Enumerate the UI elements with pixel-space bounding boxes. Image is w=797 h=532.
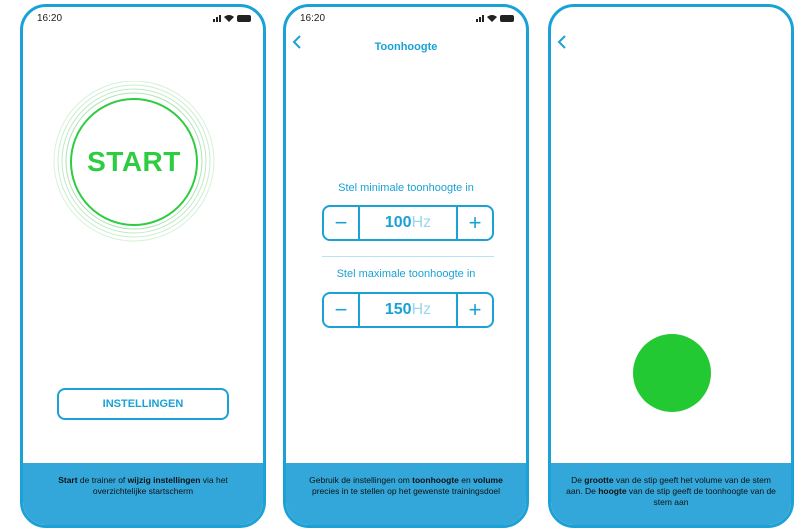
caption-bold-settings: wijzig instellingen: [127, 475, 201, 485]
caption-text: de trainer of: [77, 475, 128, 485]
phone-start-screen: 16:20 START INSTELLINGEN Start de traine…: [20, 4, 266, 528]
phone-pitch-settings: 16:20 Toonhoogte Stel minimale toonhoogt…: [283, 4, 529, 528]
max-pitch-number: 150: [384, 301, 412, 318]
caption-bold-height: hoogte: [598, 486, 627, 496]
caption-footer: De grootte van de stip geeft het volume …: [551, 463, 791, 525]
voice-dot: [633, 334, 711, 412]
signal-icon: [476, 15, 484, 22]
start-button[interactable]: START: [70, 98, 198, 226]
min-pitch-stepper: − 100 Hz +: [322, 205, 494, 241]
caption-text: De: [571, 475, 585, 485]
page-title: Toonhoogte: [374, 41, 438, 53]
min-decrease-button[interactable]: −: [324, 207, 360, 239]
caption-bold-pitch: toonhoogte: [412, 475, 459, 485]
settings-label: INSTELLINGEN: [102, 398, 184, 410]
status-bar: 16:20: [296, 13, 514, 27]
wifi-icon: [224, 15, 234, 22]
caption-text: en: [458, 475, 474, 485]
max-pitch-stepper: − 150 Hz +: [322, 292, 494, 328]
caption-bold-volume: volume: [473, 475, 503, 485]
min-pitch-label: Stel minimale toonhoogte in: [338, 182, 474, 194]
min-pitch-number: 100: [384, 214, 412, 231]
caption-text: van de stip geeft de toonhoogte van de s…: [626, 486, 776, 507]
min-pitch-value: 100 Hz: [360, 207, 456, 239]
back-button[interactable]: [292, 35, 306, 51]
caption-text: precies in te stellen op het gewenste tr…: [311, 486, 501, 496]
settings-button[interactable]: INSTELLINGEN: [57, 388, 229, 420]
max-decrease-button[interactable]: −: [324, 294, 360, 326]
phone-trainer-screen: De grootte van de stip geeft het volume …: [548, 4, 794, 528]
caption-text: Gebruik de instellingen om: [309, 475, 413, 485]
unit-label: Hz: [411, 301, 432, 318]
max-pitch-label: Stel maximale toonhoogte in: [336, 268, 476, 280]
caption-bold-size: grootte: [584, 475, 614, 485]
battery-icon: [237, 15, 251, 22]
unit-label: Hz: [411, 214, 432, 231]
status-time: 16:20: [300, 13, 326, 24]
chevron-left-icon: [292, 35, 301, 49]
status-bar: 16:20: [33, 13, 251, 27]
caption-footer: Start de trainer of wijzig instellingen …: [23, 463, 263, 525]
max-increase-button[interactable]: +: [456, 294, 492, 326]
signal-icon: [213, 15, 221, 22]
status-time: 16:20: [37, 13, 63, 24]
chevron-left-icon: [557, 35, 566, 49]
status-icons: [213, 14, 251, 22]
caption-footer: Gebruik de instellingen om toonhoogte en…: [286, 463, 526, 525]
caption-bold-start: Start: [58, 475, 78, 485]
min-increase-button[interactable]: +: [456, 207, 492, 239]
max-pitch-value: 150 Hz: [360, 294, 456, 326]
divider: [322, 256, 494, 257]
back-button[interactable]: [557, 35, 571, 51]
battery-icon: [500, 15, 514, 22]
start-label: START: [87, 146, 181, 177]
status-icons: [476, 14, 514, 22]
wifi-icon: [487, 15, 497, 22]
